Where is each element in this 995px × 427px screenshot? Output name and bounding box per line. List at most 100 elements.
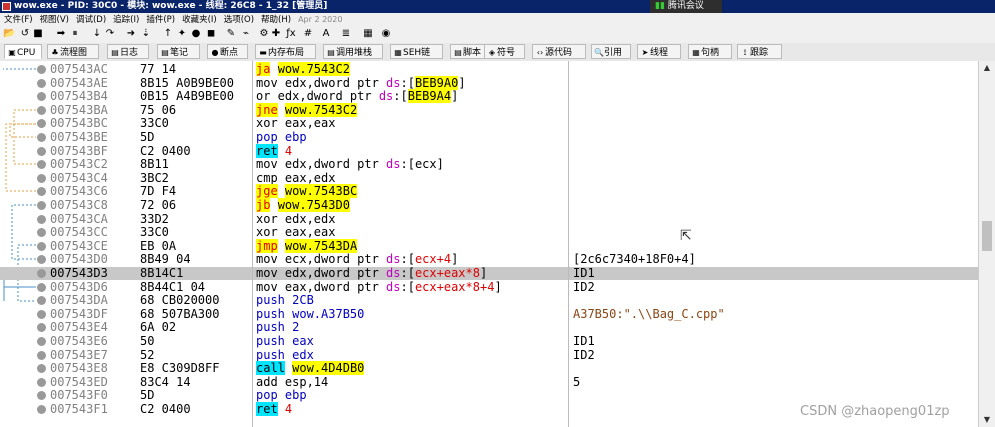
instruction: xor eax,eax [256, 226, 335, 239]
instruction: pop ebp [256, 131, 307, 144]
disasm-row[interactable]: 007543C8 72 06 jb wow.7543D0 [0, 198, 978, 212]
breakpoint-dot-icon[interactable] [37, 65, 46, 74]
instruction-token: BEB9A0 [414, 75, 459, 90]
instruction-token: ] [458, 75, 466, 90]
skip-icon[interactable]: ⇣ [140, 28, 152, 40]
disasm-row[interactable]: 007543CE EB 0A jmp wow.7543DA [0, 238, 978, 253]
disasm-row[interactable]: 007543E4 6A 02 push 2 [0, 321, 978, 334]
hash-icon[interactable]: # [302, 28, 314, 40]
disasm-row[interactable]: 007543B4 0B15 A4B9BE00 or edx,dword ptr ds… [0, 89, 978, 104]
tab-symbols[interactable]: ◈ 符号 [484, 44, 525, 59]
tab-source[interactable]: ‹› 源代码 [532, 44, 586, 59]
tab-handles[interactable]: ▦句柄 [688, 44, 732, 59]
scroll-down-icon[interactable]: ▼ [979, 413, 995, 427]
settings-icon[interactable]: ⚙ [258, 28, 270, 40]
tab-trace[interactable]: ⟟ 跟踪 [737, 44, 782, 59]
breakpoint-dot-icon[interactable] [37, 187, 46, 197]
breakpoint-dot-icon[interactable] [37, 214, 46, 224]
tab-notes[interactable]: ▤笔记 [157, 44, 200, 59]
breakpoint-dot-icon[interactable] [37, 309, 46, 319]
disasm-row[interactable]: 007543DA 68 CB020000 push 2CB [0, 294, 978, 307]
flowchart-icon: ♣ [51, 48, 59, 57]
patch-icon[interactable]: ✎ [225, 28, 237, 40]
tab-breakpoint[interactable]: ● 断点 [207, 44, 248, 59]
breakpoint-dot-icon[interactable] [37, 146, 46, 156]
tab-flowchart[interactable]: ♣流程图 [47, 44, 99, 59]
disasm-row[interactable]: 007543CA 33D2 xor edx,edx [0, 212, 978, 226]
disasm-row[interactable]: 007543E8 E8 C309D8FF call wow.4D4DB0 [0, 361, 978, 376]
breakpoint-dot-icon[interactable] [37, 173, 46, 183]
globe-icon[interactable]: ◉ [380, 28, 392, 40]
breakpoint-dot-icon[interactable] [37, 391, 46, 401]
trace-into-icon[interactable]: ↑ [162, 28, 174, 40]
breakpoint-dot-icon[interactable] [37, 92, 46, 102]
breakpoint-dot-icon[interactable] [37, 405, 46, 414]
breakpoint-dot-icon[interactable] [37, 133, 46, 142]
tab-references[interactable]: 🔍引用 [591, 44, 631, 59]
run-to-return-icon[interactable]: ➜ [125, 28, 137, 40]
stop-icon[interactable]: ◼ [205, 28, 217, 40]
scroll-up-icon[interactable]: ▲ [979, 61, 995, 75]
step-over-icon[interactable]: ↷ [104, 28, 116, 40]
breakpoint-dot-icon[interactable] [37, 269, 46, 278]
disasm-row[interactable]: 007543D3 8B14C1 mov edx,dword ptr ds:[ecx+… [0, 267, 978, 280]
restart-icon[interactable]: ↺ [19, 28, 31, 40]
breakpoint-dot-icon[interactable] [37, 160, 46, 170]
disasm-row[interactable]: 007543F0 5D pop ebp [0, 389, 978, 402]
close-icon[interactable]: ■ [32, 28, 44, 40]
breakpoint-dot-icon[interactable] [37, 364, 46, 374]
breakpoint-dot-icon[interactable] [37, 201, 46, 210]
animate-icon[interactable]: ✦ [176, 28, 188, 40]
breakpoint-dot-icon[interactable] [37, 350, 46, 360]
tab-memory[interactable]: ▬内存布局 [255, 44, 316, 59]
disasm-row[interactable]: 007543BA 75 06 jne wow.7543C2 [0, 102, 978, 117]
tencent-meeting-indicator[interactable]: ▮▮ 腾讯会议 [650, 0, 722, 13]
function-icon[interactable]: ƒx [285, 28, 297, 40]
tab-cpu[interactable]: ▣CPU [4, 44, 42, 59]
breakpoint-dot-icon[interactable] [37, 241, 46, 251]
breakpoint-icon[interactable]: ● [190, 28, 202, 40]
disasm-row[interactable]: 007543E6 50 push eax ID1 [0, 335, 978, 348]
breakpoint-dot-icon[interactable] [37, 282, 46, 292]
calc-icon[interactable]: ▦ [362, 28, 374, 40]
breakpoint-dot-icon[interactable] [37, 337, 46, 346]
disasm-row[interactable]: 007543BE 5D pop ebp [0, 131, 978, 144]
disasm-row[interactable]: 007543AC 77 14 ja wow.7543C2 [0, 62, 978, 76]
disasm-row[interactable]: 007543D6 8B44C1 04 mov eax,dword ptr ds:[e… [0, 280, 978, 294]
plugin-icon[interactable]: ✚ [270, 28, 282, 40]
disasm-row[interactable]: 007543ED 83C4 14 add esp,14 5 [0, 375, 978, 389]
disasm-row[interactable]: 007543BC 33C0 xor eax,eax [0, 117, 978, 130]
scroll-thumb[interactable] [982, 221, 992, 251]
step-into-icon[interactable]: ↓ [91, 28, 103, 40]
disasm-row[interactable]: 007543C4 3BC2 cmp eax,edx [0, 171, 978, 185]
run-icon[interactable]: ➡ [55, 28, 67, 40]
disasm-row[interactable]: 007543E7 52 push edx ID2 [0, 348, 978, 362]
breakpoint-dot-icon[interactable] [37, 228, 46, 238]
tab-callstack[interactable]: ▤调用堆栈 [323, 44, 383, 59]
breakpoint-dot-icon[interactable] [37, 119, 46, 129]
disasm-row[interactable]: 007543D0 8B49 04 mov ecx,dword ptr ds:[ecx… [0, 253, 978, 266]
pause-icon[interactable]: ⏸ [69, 28, 81, 40]
disasm-row[interactable]: 007543DF 68 507BA300 push wow.A37B50 A37B50… [0, 307, 978, 321]
disasm-row[interactable]: 007543C2 8B11 mov edx,dword ptr ds:[ecx] [0, 158, 978, 171]
tab-threads[interactable]: ➤ 线程 [637, 44, 681, 59]
tab-log[interactable]: ▤日志 [107, 44, 149, 59]
breakpoint-dot-icon[interactable] [37, 78, 46, 88]
disasm-row[interactable]: 007543AE 8B15 A0B9BE00 mov edx,dword ptr d… [0, 75, 978, 90]
breakpoint-dot-icon[interactable] [37, 105, 46, 115]
scylla-icon[interactable]: ⌁ [240, 28, 252, 40]
disasm-row[interactable]: 007543C6 7D F4 jge wow.7543BC [0, 184, 978, 199]
tab-seh[interactable]: ▦SEH链 [390, 44, 443, 59]
breakpoint-dot-icon[interactable] [37, 323, 46, 333]
disassembly-view[interactable]: 007543AC 77 14 ja wow.7543C2 007543AE 8B15 A… [0, 61, 995, 427]
open-icon[interactable]: 📂 [3, 28, 15, 40]
address: 007543CE [50, 238, 108, 253]
breakpoint-dot-icon[interactable] [37, 255, 46, 265]
disasm-row[interactable]: 007543CC 33C0 xor eax,eax [0, 226, 978, 239]
disasm-row[interactable]: 007543BF C2 0400 ret 4 [0, 143, 978, 158]
breakpoint-dot-icon[interactable] [37, 296, 46, 306]
font-icon[interactable]: A [320, 28, 332, 40]
vertical-scrollbar[interactable]: ▲ ▼ [978, 61, 995, 427]
list-icon[interactable]: ≣ [340, 28, 352, 40]
breakpoint-dot-icon[interactable] [37, 377, 46, 387]
